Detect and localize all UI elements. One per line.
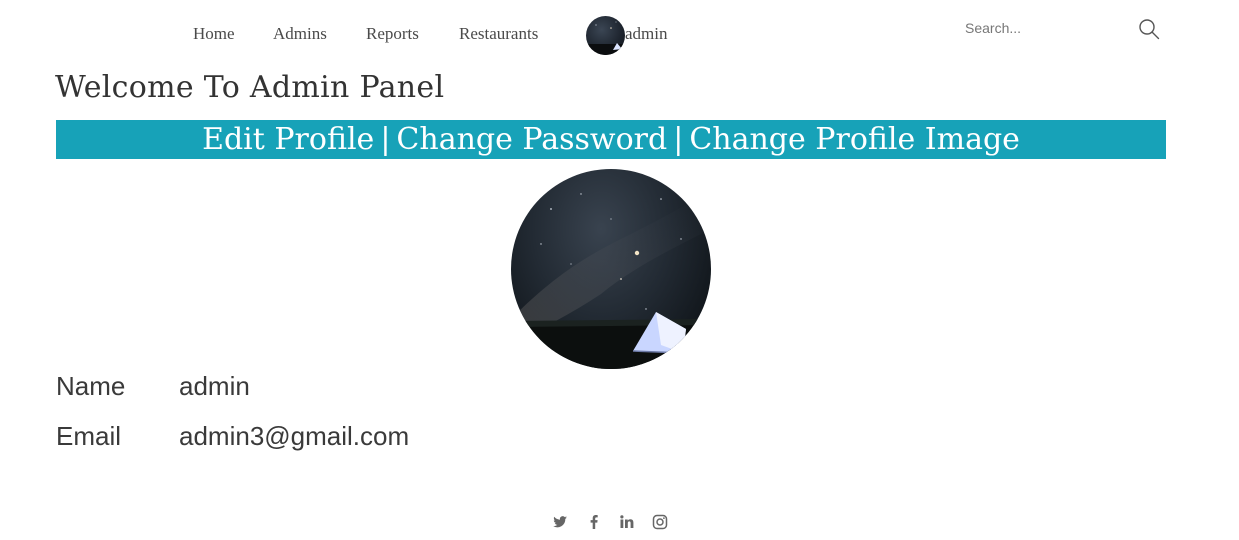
search-input[interactable] (962, 15, 1128, 41)
separator: | (673, 122, 684, 157)
linkedin-icon[interactable] (619, 514, 635, 530)
profile-actions-bar: Edit Profile | Change Password | Change Prof… (56, 120, 1166, 159)
name-label: Name (56, 371, 126, 401)
change-profile-image-link[interactable]: Change Profile Image (689, 122, 1020, 157)
separator: | (380, 122, 391, 157)
instagram-icon[interactable] (652, 514, 668, 530)
change-password-link[interactable]: Change Password (396, 122, 667, 157)
nav-user-name[interactable]: admin (625, 24, 668, 44)
email-value: admin3@gmail.com (179, 421, 410, 451)
nav-link-admins[interactable]: Admins (273, 24, 327, 44)
nav-link-restaurants[interactable]: Restaurants (459, 24, 538, 44)
search-icon[interactable] (1138, 18, 1160, 40)
profile-image (511, 169, 711, 369)
night-sky-tent-image (511, 189, 711, 369)
user-avatar[interactable] (586, 16, 625, 55)
twitter-icon[interactable] (552, 514, 568, 530)
nav-link-reports[interactable]: Reports (366, 24, 419, 44)
facebook-icon[interactable] (586, 514, 602, 530)
edit-profile-link[interactable]: Edit Profile (202, 122, 374, 157)
page-title: Welcome To Admin Panel (55, 70, 445, 105)
top-navbar: Home Admins Reports Restaurants admin (0, 0, 1239, 68)
nav-link-home[interactable]: Home (193, 24, 235, 44)
avatar-night-sky-image (586, 21, 625, 55)
email-label: Email (56, 421, 122, 451)
name-value: admin (179, 371, 250, 401)
